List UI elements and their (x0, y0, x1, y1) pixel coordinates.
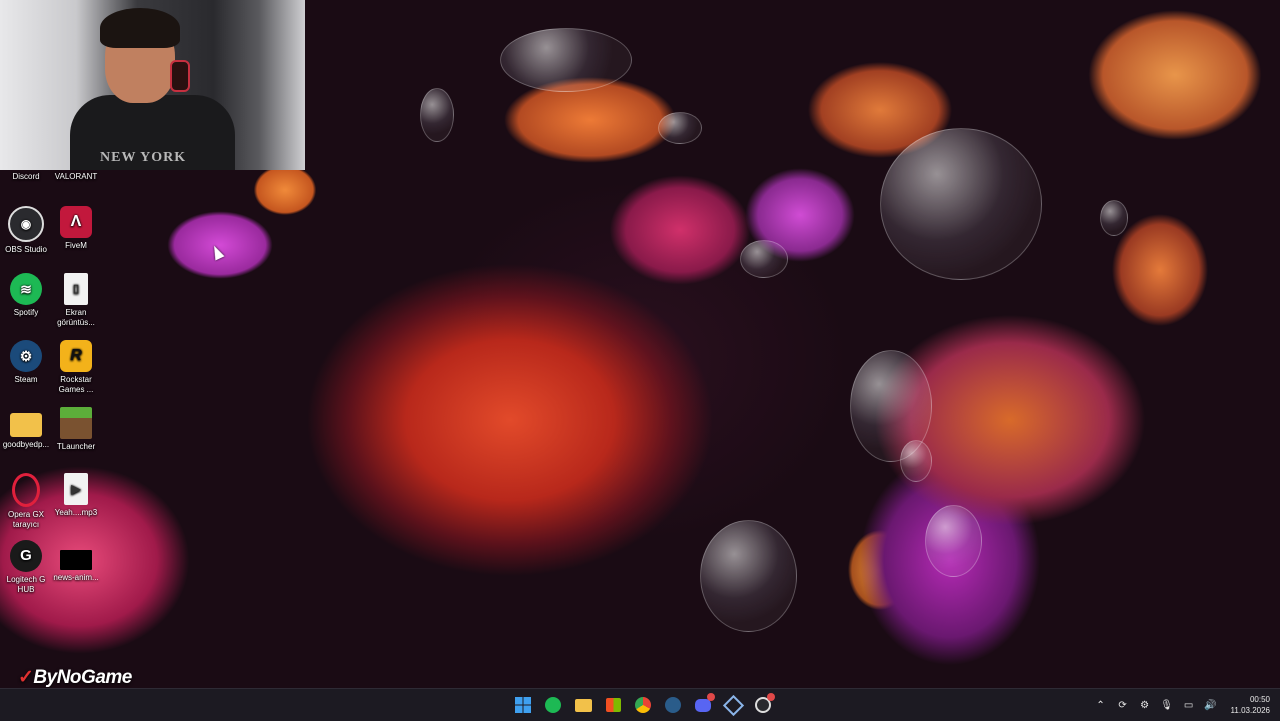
logitech-g-icon: G (10, 540, 42, 572)
desktop-icon-label: news-anim... (53, 573, 99, 582)
opera-gx-icon (12, 473, 40, 507)
wallpaper-bubble (880, 128, 1042, 280)
desktop-icon-rockstar-games[interactable]: R Rockstar Games ... (50, 340, 102, 395)
wallpaper-bubble (925, 505, 982, 577)
desktop-icon-goodbyedpi[interactable]: goodbyedp... (0, 407, 52, 450)
taskbar: ⌃ ⟳ ⚙ 🎙 ▭ 🔊 00:50 11.03.2026 (0, 688, 1280, 721)
desktop-icon-label: TLauncher (56, 442, 96, 451)
sync-icon[interactable]: ⟳ (1115, 697, 1131, 713)
desktop-icon-valorant[interactable]: VALORANT (50, 172, 102, 182)
wallpaper-bubble (500, 28, 632, 92)
desktop-icon-news-anim[interactable]: news-anim... (50, 540, 102, 583)
recording-badge (767, 693, 775, 701)
chevron-up-icon[interactable]: ⌃ (1093, 697, 1109, 713)
image-file-icon: ▯ (64, 273, 88, 305)
wallpaper-bubble (900, 440, 932, 482)
desktop-icon-yeah-mp3[interactable]: ▶ Yeah....mp3 (50, 473, 102, 518)
spotify-icon (545, 697, 561, 713)
desktop-icon-label: Logitech G HUB (6, 575, 46, 594)
steam-tray-icon[interactable]: ⚙ (1137, 697, 1153, 713)
desktop-icon-spotify[interactable]: ≋ Spotify (0, 273, 52, 318)
minecraft-block-icon (60, 407, 92, 439)
headset-icon (170, 60, 190, 92)
start-button[interactable] (510, 692, 536, 718)
rockstar-icon: R (60, 340, 92, 372)
system-tray: ⌃ ⟳ ⚙ 🎙 ▭ 🔊 00:50 11.03.2026 (1093, 689, 1280, 721)
taskbar-chrome[interactable] (630, 692, 656, 718)
taskbar-spotify[interactable] (540, 692, 566, 718)
taskbar-file-explorer[interactable] (570, 692, 596, 718)
watermark-brand: ByNoGame (33, 667, 132, 688)
desktop-icon-screenshot[interactable]: ▯ Ekran görüntüs... (50, 273, 102, 328)
desktop-icon-logitech-g-hub[interactable]: G Logitech G HUB (0, 540, 52, 595)
taskbar-apps (510, 689, 776, 721)
webcam-person-hair (100, 8, 180, 48)
network-icon[interactable]: ▭ (1181, 697, 1197, 713)
desktop-icon-label: Yeah....mp3 (54, 508, 98, 517)
wallpaper-bubble (740, 240, 788, 278)
webcam-overlay: NEW YORK (0, 0, 305, 170)
taskbar-discord[interactable] (690, 692, 716, 718)
desktop-icon-opera-gx[interactable]: Opera GX tarayıcı (0, 473, 52, 530)
folder-icon (10, 413, 42, 437)
desktop-icon-label: Spotify (13, 308, 39, 317)
discord-notification-badge (707, 693, 715, 701)
desktop-icon-label: Rockstar Games ... (58, 375, 94, 394)
desktop-icon-label: VALORANT (54, 172, 98, 181)
desktop-icon-fivem[interactable]: Λ FiveM (50, 206, 102, 251)
wallpaper-bubble (658, 112, 702, 144)
taskbar-steam[interactable] (660, 692, 686, 718)
taskbar-obs[interactable] (750, 692, 776, 718)
video-thumbnail-icon (60, 550, 92, 570)
volume-icon[interactable]: 🔊 (1203, 697, 1219, 713)
wallpaper-bubble (1100, 200, 1128, 236)
chrome-icon (635, 697, 651, 713)
desktop-icon-label: goodbyedp... (2, 440, 50, 449)
microphone-icon[interactable]: 🎙 (1159, 697, 1175, 713)
steam-icon: ⚙ (10, 340, 42, 372)
taskbar-network-tool[interactable] (720, 692, 746, 718)
desktop-icon-steam[interactable]: ⚙ Steam (0, 340, 52, 385)
taskbar-microsoft-store[interactable] (600, 692, 626, 718)
desktop-icon-label: Steam (14, 375, 38, 384)
taskbar-clock[interactable]: 00:50 11.03.2026 (1231, 694, 1270, 716)
clock-date: 11.03.2026 (1230, 706, 1270, 715)
bynogame-logo-icon: ✓ (18, 667, 34, 688)
spotify-icon: ≋ (10, 273, 42, 305)
clock-time: 00:50 (1249, 695, 1270, 704)
network-tool-icon (722, 694, 744, 716)
desktop-icon-label: Ekran görüntüs... (57, 308, 95, 327)
audio-file-icon: ▶ (64, 473, 88, 505)
desktop-icon-tlauncher[interactable]: TLauncher (50, 407, 102, 452)
fivem-icon: Λ (60, 206, 92, 238)
desktop-icon-label: FiveM (65, 241, 87, 250)
desktop-icon-label: OBS Studio (5, 245, 47, 254)
desktop-icon-label: Discord (12, 172, 40, 181)
steam-icon (665, 697, 681, 713)
webcam-shirt-text: NEW YORK (100, 150, 187, 165)
wallpaper-bubble (700, 520, 797, 632)
folder-icon (574, 698, 592, 712)
desktop-icon-discord[interactable]: Discord (0, 172, 52, 182)
desktop-icon-label: Opera GX tarayıcı (7, 510, 44, 529)
watermark: ✓ByNoGame (18, 666, 132, 689)
store-icon (605, 698, 621, 712)
windows-icon (515, 697, 531, 713)
obs-icon: ◉ (8, 206, 44, 242)
wallpaper-bubble (420, 88, 454, 142)
desktop-icon-obs-studio[interactable]: ◉ OBS Studio (0, 206, 52, 255)
